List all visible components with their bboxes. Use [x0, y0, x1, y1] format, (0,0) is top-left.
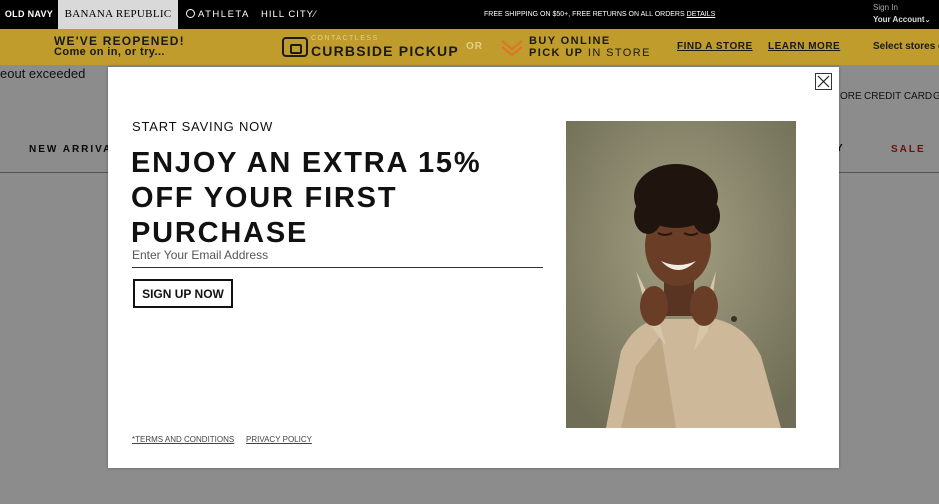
promo-banner: WE'VE REOPENED! Come on in, or try... CO… [0, 29, 939, 65]
brand-tab-old-navy[interactable]: OLD NAVY [0, 0, 58, 29]
chevron-down-icon: ⌄ [924, 17, 931, 24]
account-menu[interactable]: Sign In Your Account⌄ [873, 2, 933, 27]
reopened-message: WE'VE REOPENED! Come on in, or try... [54, 35, 185, 58]
brand-tab-banana-republic[interactable]: BANANA REPUBLIC [58, 0, 178, 29]
learn-more-link[interactable]: LEARN MORE [768, 41, 840, 52]
in-store-label: IN STORE [587, 47, 651, 59]
contactless-label: CONTACTLESS [311, 35, 379, 42]
sign-up-button[interactable]: SIGN UP NOW [133, 279, 233, 308]
close-button[interactable] [815, 73, 832, 90]
shipping-text: FREE SHIPPING ON $50+, FREE RETURNS ON A… [484, 11, 685, 18]
pick-up-label: PICK UP [529, 47, 584, 59]
or-label: OR [466, 41, 483, 52]
athleta-label: ATHLETA [198, 9, 250, 20]
reopened-subtitle: Come on in, or try... [54, 46, 165, 58]
shipping-details-link[interactable]: DETAILS [687, 11, 716, 18]
hill-city-slash-icon: ⁄ [314, 9, 317, 20]
model-photo [566, 121, 796, 428]
hill-city-label: HILL CITY [261, 9, 314, 20]
your-account-dropdown[interactable]: Your Account⌄ [873, 14, 933, 27]
email-signup-modal: START SAVING NOW ENJOY AN EXTRA 15% OFF … [108, 67, 839, 468]
select-stores-text: Select stores o [873, 41, 939, 52]
brand-tab-hill-city[interactable]: HILL CITY⁄ [261, 0, 331, 29]
shipping-banner: FREE SHIPPING ON $50+, FREE RETURNS ON A… [484, 0, 715, 29]
bopis-message: BUY ONLINE PICK UP IN STORE [529, 35, 651, 59]
curbside-bag-icon [282, 37, 308, 57]
email-input[interactable] [132, 243, 543, 268]
modal-headline: ENJOY AN EXTRA 15% OFF YOUR FIRST PURCHA… [131, 147, 482, 249]
find-a-store-link[interactable]: FIND A STORE [677, 41, 753, 52]
double-chevron-icon [501, 40, 523, 57]
terms-link[interactable]: *TERMS AND CONDITIONS [132, 435, 234, 444]
privacy-policy-link[interactable]: PRIVACY POLICY [246, 435, 312, 444]
sign-in-link[interactable]: Sign In [873, 2, 933, 14]
athleta-logo-icon [186, 9, 195, 18]
curbside-pickup-label: CURBSIDE PICKUP [311, 43, 459, 59]
brand-tab-athleta[interactable]: ATHLETA [186, 0, 256, 29]
buy-online-label: BUY ONLINE [529, 35, 611, 47]
your-account-label: Your Account [873, 15, 925, 24]
close-icon [817, 75, 830, 88]
modal-kicker: START SAVING NOW [132, 119, 274, 134]
brand-bar: OLD NAVY BANANA REPUBLIC ATHLETA HILL CI… [0, 0, 939, 29]
